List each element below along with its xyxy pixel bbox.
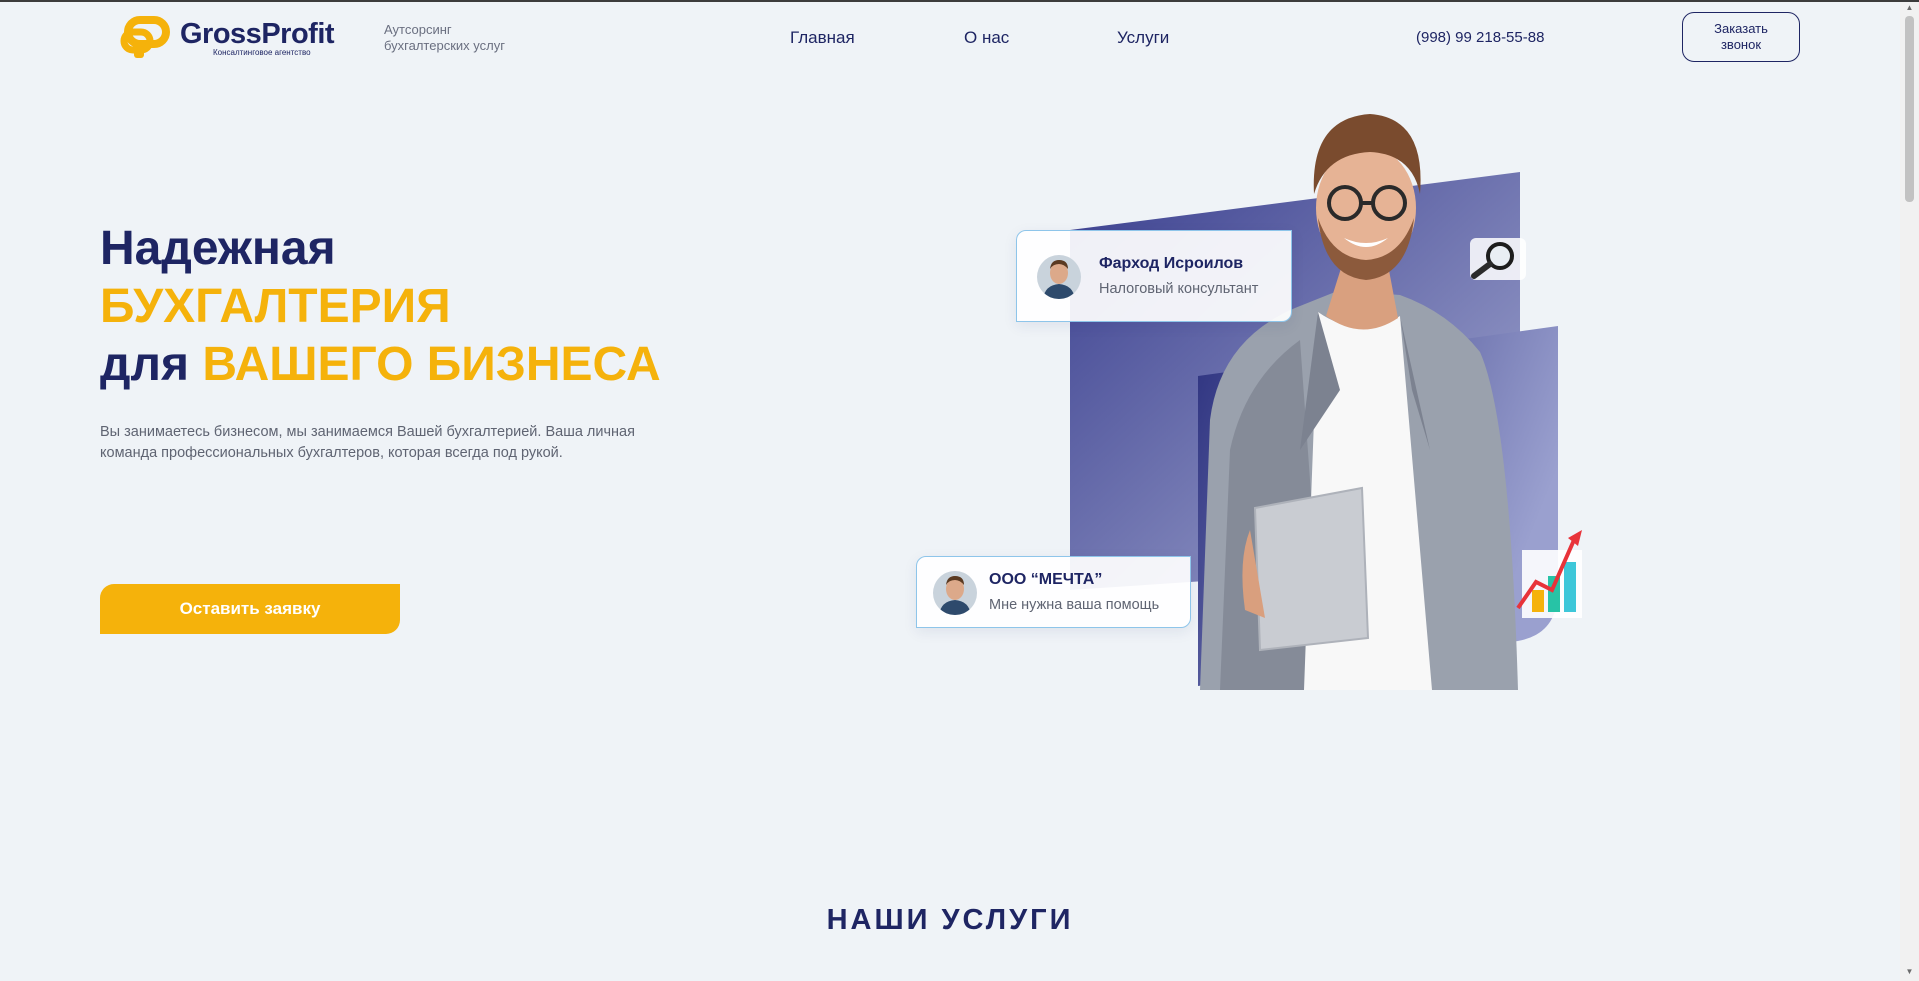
logo-name: GrossProfit xyxy=(180,18,335,50)
logo-mark-icon xyxy=(120,16,170,58)
nav-item-services[interactable]: Услуги xyxy=(1117,28,1169,48)
hero-illustration: Фарход Исроилов Налоговый консультант ОО… xyxy=(900,90,1620,690)
consultant-role: Налоговый консультант xyxy=(1099,281,1259,297)
nav-item-home[interactable]: Главная xyxy=(790,28,855,48)
logo-subtitle: Консалтинговое агентство xyxy=(213,48,311,57)
request-call-button[interactable]: Заказать звонок xyxy=(1682,12,1800,62)
scrollbar-thumb[interactable] xyxy=(1905,16,1914,202)
header-tagline: Аутсорсинг бухгалтерских услуг xyxy=(384,22,505,53)
consultant-card: Фарход Исроилов Налоговый консультант xyxy=(1016,230,1292,322)
hero-title: Надежная БУХГАЛТЕРИЯ для ВАШЕГО БИЗНЕСА xyxy=(100,220,661,394)
consultant-avatar-icon xyxy=(1037,255,1081,299)
logo[interactable]: GrossProfit Консалтинговое агентство xyxy=(120,16,350,62)
services-section-title: НАШИ УСЛУГИ xyxy=(826,904,1074,936)
submit-request-button[interactable]: Оставить заявку xyxy=(100,584,400,634)
site-header: GrossProfit Консалтинговое агентство Аут… xyxy=(0,2,1900,72)
hero-title-line1: Надежная xyxy=(100,222,336,275)
consultant-name: Фарход Исроилов xyxy=(1099,255,1244,272)
hero-title-line2: БУХГАЛТЕРИЯ xyxy=(100,280,451,333)
client-card: ООО “МЕЧТА” Мне нужна ваша помощь xyxy=(916,556,1191,628)
hero-title-line3-prefix: для xyxy=(100,338,189,391)
nav-item-about[interactable]: О нас xyxy=(964,28,1009,48)
hero-description: Вы занимаетесь бизнесом, мы занимаемся В… xyxy=(100,424,635,461)
client-message: Мне нужна ваша помощь xyxy=(989,597,1160,613)
hero-title-line3-highlight: ВАШЕГО БИЗНЕСА xyxy=(202,338,661,391)
client-avatar-icon xyxy=(933,571,977,615)
scroll-down-arrow-icon[interactable]: ▼ xyxy=(1905,968,1914,976)
client-name: ООО “МЕЧТА” xyxy=(989,571,1103,588)
phone-link[interactable]: (998) 99 218-55-88 xyxy=(1416,29,1544,46)
magnifier-icon xyxy=(1470,238,1526,280)
scroll-up-arrow-icon[interactable]: ▲ xyxy=(1905,4,1914,12)
